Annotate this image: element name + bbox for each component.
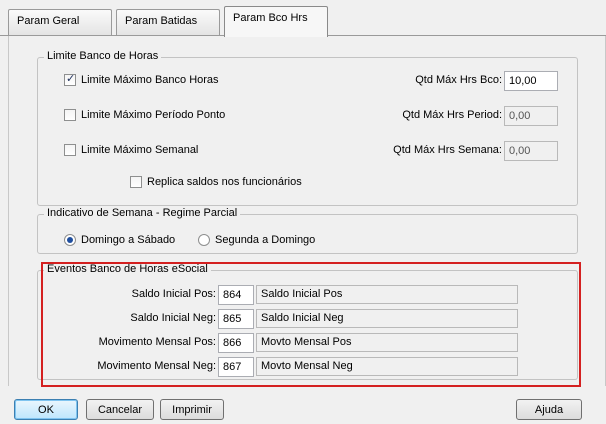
semana-legend: Indicativo de Semana - Regime Parcial [44, 207, 241, 219]
help-button[interactable]: Ajuda [516, 399, 582, 420]
tab-label: Param Batidas [125, 15, 198, 27]
qtd-max-bco-label: Qtd Máx Hrs Bco: [415, 74, 502, 86]
footer: OK Cancelar Imprimir Ajuda [0, 388, 606, 424]
max-semanal-label: Limite Máximo Semanal [81, 144, 199, 156]
tab-label: Param Bco Hrs [233, 12, 308, 24]
domingo-sabado-radio[interactable] [64, 234, 76, 246]
qtd-max-period-input[interactable] [504, 106, 558, 126]
ok-button[interactable]: OK [14, 399, 78, 420]
tab-param-geral[interactable]: Param Geral [8, 9, 112, 35]
tab-bar: Param Geral Param Batidas Param Bco Hrs [0, 0, 606, 37]
segunda-domingo-radio[interactable] [198, 234, 210, 246]
tab-param-bco-hrs[interactable]: Param Bco Hrs [224, 6, 328, 37]
highlight-box [41, 262, 581, 387]
max-banco-checkbox[interactable] [64, 72, 76, 86]
domingo-sabado-label: Domingo a Sábado [81, 234, 176, 246]
limite-group: Limite Banco de Horas Limite Máximo Banc… [37, 50, 578, 206]
qtd-max-semana-label: Qtd Máx Hrs Semana: [393, 144, 502, 156]
qtd-max-semana-input[interactable] [504, 141, 558, 161]
tab-panel: Limite Banco de Horas Limite Máximo Banc… [8, 36, 606, 387]
print-button[interactable]: Imprimir [160, 399, 224, 420]
cancel-button[interactable]: Cancelar [86, 399, 154, 420]
tab-label: Param Geral [17, 15, 80, 27]
max-semanal-checkbox[interactable] [64, 144, 76, 156]
qtd-max-bco-input[interactable] [504, 71, 558, 91]
semana-group: Indicativo de Semana - Regime Parcial Do… [37, 207, 578, 254]
limite-legend: Limite Banco de Horas [44, 50, 162, 62]
segunda-domingo-label: Segunda a Domingo [215, 234, 316, 246]
max-periodo-checkbox[interactable] [64, 109, 76, 121]
tab-param-batidas[interactable]: Param Batidas [116, 9, 220, 35]
replica-label: Replica saldos nos funcionários [147, 176, 302, 188]
max-periodo-label: Limite Máximo Período Ponto [81, 109, 226, 121]
qtd-max-period-label: Qtd Máx Hrs Period: [402, 109, 502, 121]
max-banco-label: Limite Máximo Banco Horas [81, 74, 219, 86]
replica-checkbox[interactable] [130, 176, 142, 188]
